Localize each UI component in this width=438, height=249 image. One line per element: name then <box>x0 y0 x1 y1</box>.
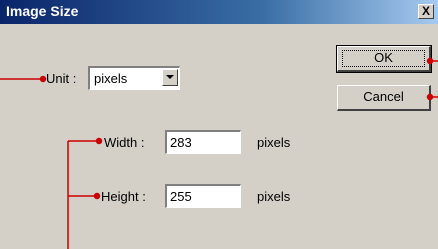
unit-callout-dot <box>39 75 47 83</box>
width-callout-dot <box>95 137 103 145</box>
callout-lines <box>0 57 438 249</box>
cancel-callout-dot <box>426 93 434 101</box>
ok-callout-dot <box>426 57 434 65</box>
height-callout-dot <box>93 192 101 200</box>
